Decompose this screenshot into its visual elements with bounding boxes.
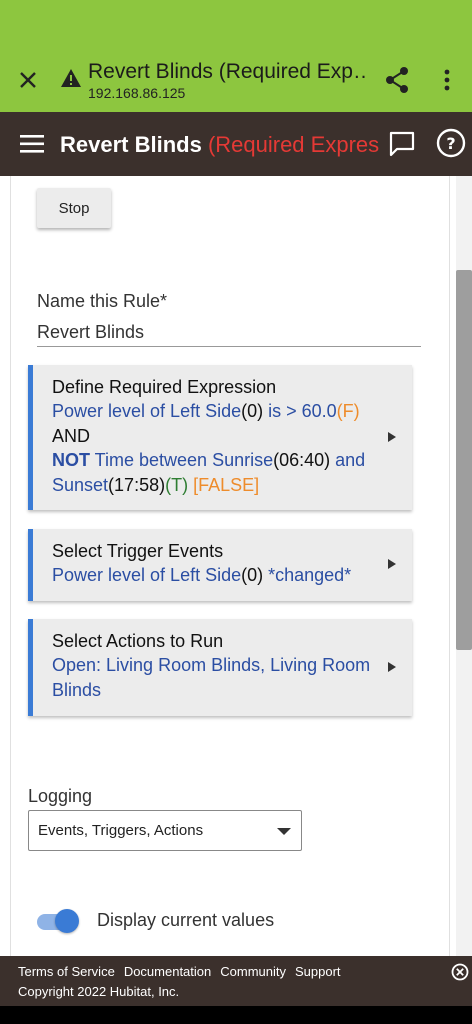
logging-selected-value: Events, Triggers, Actions [38, 822, 204, 839]
rule-name-label: Name this Rule* [37, 291, 168, 311]
footer-link-support[interactable]: Support [295, 964, 341, 979]
hamburger-menu-icon[interactable] [20, 134, 44, 154]
page-title-required: (Required Expres [207, 132, 380, 157]
required-expression-section[interactable]: Define Required Expression Power level o… [28, 365, 412, 510]
copyright: Copyright 2022 Hubitat, Inc. [18, 984, 180, 999]
trigger-events-section[interactable]: Select Trigger Events Power level of Lef… [28, 529, 412, 601]
svg-text:?: ? [446, 134, 455, 153]
trigger-events-text: Power level of Left Side(0) *changed* [52, 565, 352, 585]
actions-heading: Select Actions to Run [52, 631, 224, 651]
scrollbar-thumb[interactable] [456, 270, 472, 650]
footer-link-terms[interactable]: Terms of Service [18, 964, 115, 979]
page-title-main: Revert Blinds [60, 132, 208, 157]
rule-name-input[interactable] [37, 318, 421, 347]
app-header: Revert Blinds (Required Expres ? [0, 112, 472, 176]
expand-arrow-icon [388, 559, 396, 569]
browser-toolbar: Revert Blinds (Required Exp… 192.168.86.… [0, 0, 472, 112]
required-expression-heading: Define Required Expression [52, 377, 277, 397]
browser-url[interactable]: 192.168.86.125 [88, 85, 185, 101]
footer: Terms of Service Documentation Community Su… [0, 956, 472, 1006]
expand-arrow-icon [388, 661, 396, 672]
chat-icon[interactable] [388, 130, 416, 158]
close-icon[interactable] [14, 66, 42, 94]
display-values-toggle[interactable] [37, 908, 79, 934]
share-icon[interactable] [384, 66, 410, 94]
page-title: Revert Blinds (Required Expres [60, 132, 390, 158]
actions-section[interactable]: Select Actions to Run Open: Living Room … [28, 619, 412, 716]
browser-page-title: Revert Blinds (Required Exp… [88, 60, 368, 83]
logging-select[interactable]: Events, Triggers, Actions [28, 810, 302, 851]
toggle-knob [55, 909, 79, 933]
actions-text: Open: Living Room Blinds, Living Room Bl… [52, 655, 371, 700]
footer-close-icon[interactable] [451, 963, 469, 981]
warning-icon [61, 69, 81, 87]
system-nav-bar [0, 1006, 472, 1024]
required-expression-text: Power level of Left Side(0) is > 60.0(F)… [52, 401, 366, 495]
display-values-label: Display current values [97, 910, 275, 930]
footer-link-documentation[interactable]: Documentation [124, 964, 211, 979]
footer-links: Terms of Service Documentation Community Su… [18, 964, 350, 979]
chevron-down-icon [277, 828, 291, 835]
help-icon[interactable]: ? [436, 128, 466, 158]
logging-label: Logging [28, 786, 93, 806]
trigger-events-heading: Select Trigger Events [52, 541, 224, 561]
more-options-icon[interactable] [438, 66, 456, 94]
stop-button[interactable]: Stop [37, 188, 111, 228]
expand-arrow-icon [388, 431, 396, 442]
footer-link-community[interactable]: Community [220, 964, 286, 979]
